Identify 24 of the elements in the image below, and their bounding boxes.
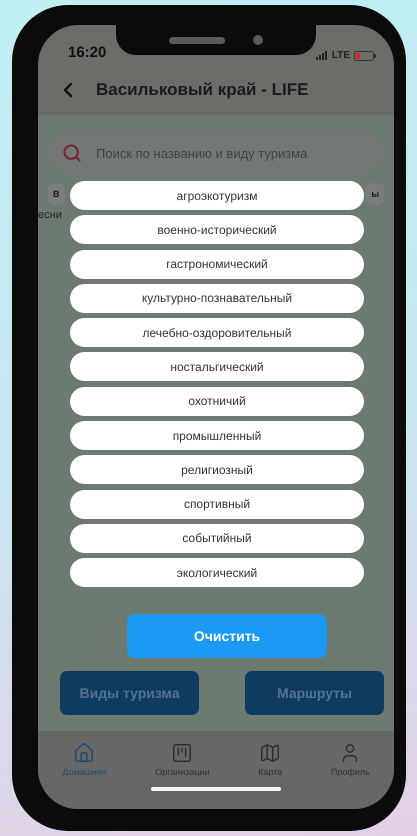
tourism-type-option[interactable]: религиозный [70,455,364,484]
header-title: Васильковый край - LIFE [96,80,308,100]
tourism-type-option[interactable]: военно-исторический [70,215,364,244]
signal-icon [316,51,328,60]
tourism-type-option[interactable]: лечебно-оздоровительный [70,318,364,348]
map-icon [259,742,282,764]
tourism-type-option[interactable]: промышленный [70,421,364,450]
tourism-type-option[interactable]: спортивный [70,490,364,519]
category-chip[interactable]: В [48,183,64,205]
category-chip[interactable]: ы [366,183,384,205]
battery-icon [354,50,376,60]
tourism-type-option[interactable]: ностальгический [70,352,364,382]
home-icon [73,742,96,764]
tourism-type-option[interactable]: событийный [70,524,364,553]
network-type: LTE [332,50,350,61]
tourism-type-option[interactable]: охотничий [70,386,364,416]
status-time: 16:20 [68,44,106,61]
search-icon [62,143,82,163]
board-icon [171,742,194,764]
map-label: есни [38,209,62,221]
tourism-type-option[interactable]: агроэкотуризм [70,181,364,210]
tourism-type-option[interactable]: культурно-познавательный [70,284,364,313]
tourism-type-option[interactable]: гастрономический [70,250,364,279]
tourism-type-option[interactable]: экологический [70,558,364,588]
